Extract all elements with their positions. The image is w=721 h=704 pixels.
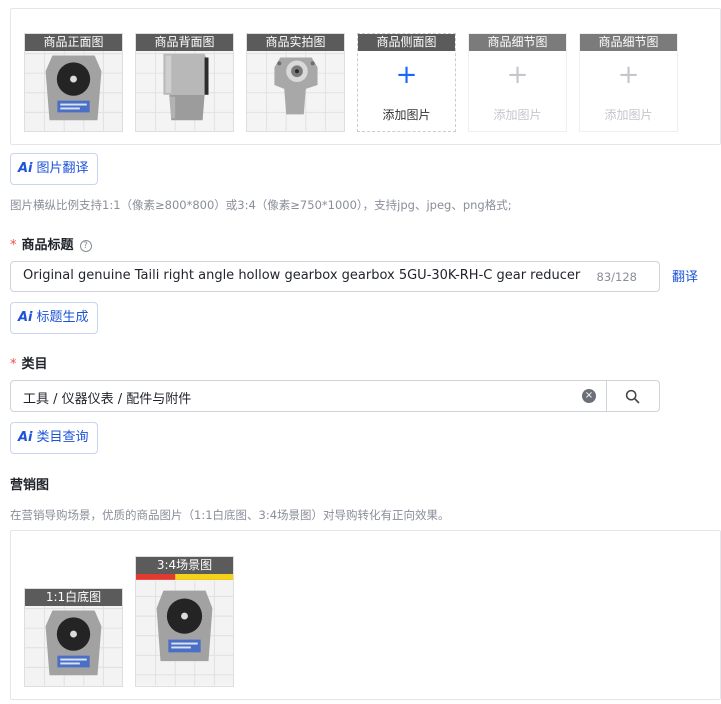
category-value[interactable]: 工具 / 仪器仪表 / 配件与附件	[23, 388, 191, 407]
search-icon	[625, 389, 640, 404]
image-slot-front[interactable]: 商品正面图	[24, 33, 123, 132]
title-label-text: 商品标题	[21, 238, 74, 253]
required-mark: *	[10, 357, 17, 372]
marketing-images-hint: 在营销导购场景，优质的商品图片（1:1白底图、3:4场景图）对导购转化有正向效果…	[10, 508, 450, 522]
question-circle-icon[interactable]: ?	[79, 240, 92, 252]
title-field-label: * 商品标题?	[10, 234, 92, 253]
image-slot-side[interactable]: 商品侧面图 + 添加图片	[357, 33, 456, 132]
scene-thumbnail	[136, 557, 233, 686]
add-image-label: 添加图片	[493, 108, 542, 122]
slot-tag: 商品侧面图	[358, 34, 455, 51]
image-slot-detail-1[interactable]: 商品细节图 + 添加图片	[468, 33, 567, 132]
ai-icon: Ai	[18, 161, 33, 176]
plus-icon: +	[617, 60, 640, 90]
slot-tag: 1:1白底图	[25, 589, 122, 606]
product-title-input[interactable]: Original genuine Taili right angle hollo…	[10, 261, 660, 292]
slot-tag: 商品细节图	[469, 34, 566, 51]
ai-icon: Ai	[18, 310, 33, 325]
image-slot-detail-2[interactable]: 商品细节图 + 添加图片	[579, 33, 678, 132]
category-label-text: 类目	[21, 357, 48, 372]
scene-image-slot[interactable]: 3:4场景图	[135, 556, 234, 687]
marketing-image-panel: 1:1白底图 3:4场景图	[10, 530, 721, 700]
slot-tag: 商品细节图	[580, 34, 677, 51]
image-format-hint: 图片横纵比例支持1:1（像素≥800*800）或3:4（像素≥750*1000）…	[10, 198, 512, 212]
add-image-label: 添加图片	[604, 108, 653, 122]
white-background-image-slot[interactable]: 1:1白底图	[24, 588, 123, 687]
category-field-label: * 类目	[10, 353, 48, 372]
category-query-button[interactable]: Ai 类目查询	[10, 422, 98, 454]
translate-title-link[interactable]: 翻译	[672, 266, 698, 285]
product-title-value[interactable]: Original genuine Taili right angle hollo…	[23, 268, 580, 283]
title-char-counter: 83/128	[596, 270, 637, 284]
plus-icon: +	[395, 60, 418, 90]
add-image-label: 添加图片	[382, 108, 431, 122]
ai-icon: Ai	[18, 430, 33, 445]
slot-tag: 商品背面图	[136, 34, 233, 51]
image-slot-real-shot[interactable]: 商品实拍图	[246, 33, 345, 132]
title-generate-label: 标题生成	[36, 310, 89, 325]
clear-icon[interactable]: ×	[582, 389, 596, 403]
slot-tag: 商品正面图	[25, 34, 122, 51]
required-mark: *	[10, 238, 17, 253]
marketing-images-label: 营销图	[10, 478, 50, 493]
main-image-panel: 商品正面图 商品背面图 商品实拍图 商品侧面图 + 添加图片 商品细节图 + 添…	[10, 8, 721, 145]
plus-icon: +	[506, 60, 529, 90]
category-input[interactable]: 工具 / 仪器仪表 / 配件与附件 ×	[10, 380, 607, 412]
category-query-label: 类目查询	[36, 430, 89, 445]
category-search-button[interactable]	[606, 380, 660, 412]
image-translate-button[interactable]: Ai 图片翻译	[10, 153, 98, 185]
image-slot-back[interactable]: 商品背面图	[135, 33, 234, 132]
slot-tag: 商品实拍图	[247, 34, 344, 51]
image-translate-label: 图片翻译	[36, 161, 89, 176]
slot-tag: 3:4场景图	[136, 557, 233, 574]
title-generate-button[interactable]: Ai 标题生成	[10, 302, 98, 334]
